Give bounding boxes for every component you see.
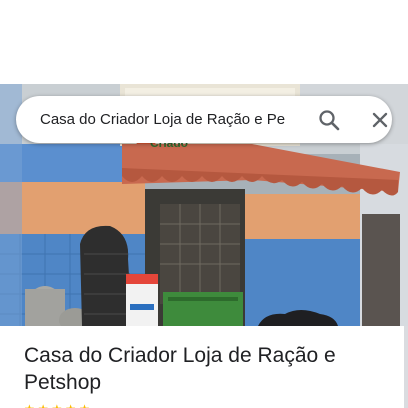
scrollbar[interactable]	[404, 326, 408, 408]
rating-stars: ★ ★ ★ ★ ★	[24, 402, 154, 408]
place-title: Casa do Criador Loja de Ração e Petshop	[24, 344, 336, 394]
search-bar[interactable]: Casa do Criador Loja de Ração e Pe	[16, 96, 392, 143]
close-icon	[372, 112, 388, 128]
star-icon: ★	[79, 403, 90, 408]
top-blank-area	[0, 0, 408, 84]
star-icon: ★	[52, 403, 63, 408]
search-input[interactable]: Casa do Criador Loja de Ração e Pe	[40, 109, 302, 130]
clear-search-button[interactable]	[367, 107, 393, 133]
search-icon	[319, 110, 340, 131]
star-icon: ★	[38, 403, 49, 408]
star-icon: ★	[24, 403, 35, 408]
search-button[interactable]	[316, 107, 342, 133]
star-icon: ★	[65, 403, 76, 408]
